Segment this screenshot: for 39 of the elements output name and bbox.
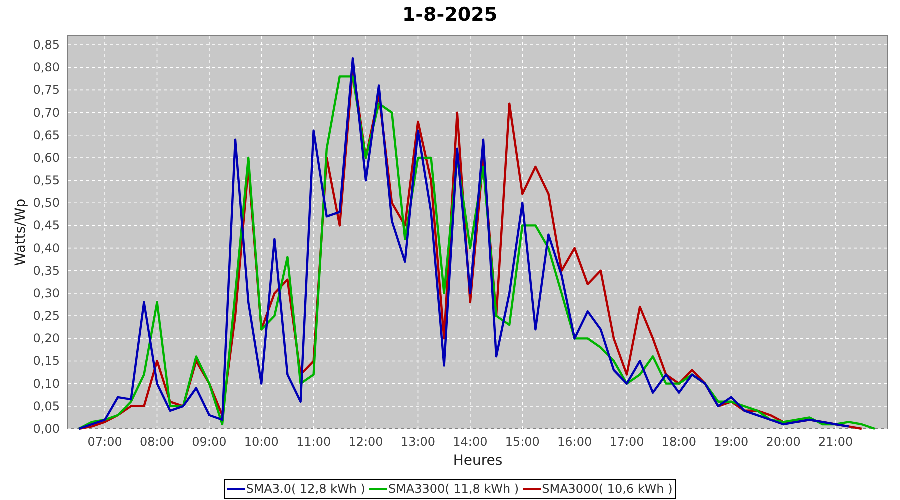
legend-label: SMA3000( 10,6 kWh )	[542, 481, 673, 498]
axis-tick-label: 0,30	[33, 286, 60, 300]
axis-tick-label: 21:00	[818, 435, 854, 449]
axis-tick-label: 0,60	[33, 150, 60, 165]
axis-tick-label: 09:00	[192, 435, 227, 449]
axis-tick-label: 13:00	[400, 435, 436, 449]
axis-tick-label: 0,75	[33, 83, 60, 98]
axis-tick-label: 0,80	[33, 60, 60, 75]
axis-tick-label: 0,50	[33, 196, 60, 210]
axis-tick-label: 0,15	[33, 354, 60, 368]
axis-tick-label: 0,55	[33, 174, 60, 188]
axis-tick-label: 08:00	[140, 435, 175, 449]
axis-tick-label: 0,45	[33, 218, 60, 233]
axis-title: Heures	[453, 453, 503, 469]
axis-tick-label: 12:00	[348, 435, 384, 449]
axis-tick-label: 0,00	[33, 422, 60, 436]
axis-tick-label: 0,70	[33, 106, 60, 120]
axis-tick-label: 17:00	[610, 435, 644, 449]
axis-tick-label: 16:00	[558, 435, 592, 449]
axis-tick-label: 20:00	[766, 435, 801, 449]
axis-tick-label: 19:00	[714, 435, 749, 449]
chart-title: 1-8-2025	[402, 3, 498, 28]
axis-tick-label: 10:00	[244, 435, 279, 449]
axis-tick-label: 0,40	[33, 241, 60, 256]
axis-title: Watts/Wp	[13, 198, 29, 266]
axis-tick-label: 0,65	[33, 128, 60, 142]
axis-tick-label: 15:00	[505, 435, 540, 449]
axis-tick-label: 11:00	[296, 435, 332, 449]
axis-tick-label: 0,10	[33, 376, 60, 391]
axis-tick-label: 07:00	[88, 435, 122, 449]
axis-tick-label: 0,85	[33, 38, 60, 52]
axis-tick-label: 0,20	[33, 332, 60, 346]
axis-tick-label: 0,05	[33, 399, 60, 414]
axis-tick-label: 14:00	[453, 435, 488, 449]
axis-tick-label: 0,35	[33, 264, 60, 278]
legend-label: SMA3.0( 12,8 kWh )	[246, 481, 366, 498]
legend-label: SMA3300( 11,8 kWh )	[388, 481, 520, 498]
axis-tick-label: 0,25	[33, 309, 60, 324]
axis-tick-label: 18:00	[662, 435, 697, 449]
